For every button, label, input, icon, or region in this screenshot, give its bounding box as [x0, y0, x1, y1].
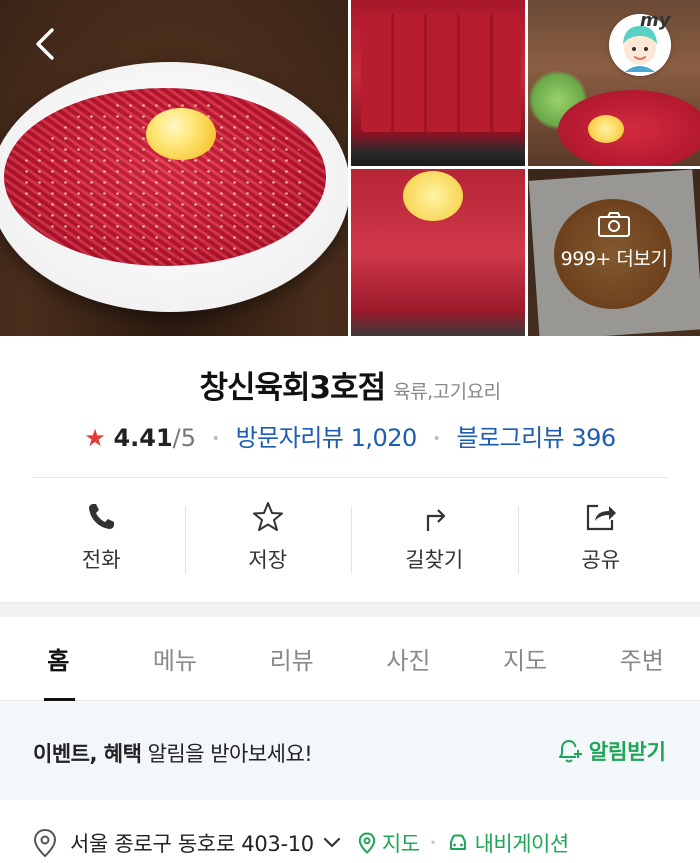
separator-dot: •	[432, 431, 441, 447]
address-row: 서울 종로구 동호로 403-10 지도 • 내비게이션	[32, 828, 692, 858]
directions-label: 길찾기	[405, 548, 464, 572]
meat-slices-image	[361, 14, 521, 132]
phone-icon	[89, 504, 115, 529]
map-link[interactable]: 지도	[358, 828, 420, 858]
more-photos-button[interactable]: 999+ 더보기	[528, 210, 700, 271]
star-outline-icon	[252, 502, 283, 531]
more-photos-label: 999+ 더보기	[560, 248, 668, 270]
egg-yolk-image	[403, 171, 463, 221]
egg-yolk-image	[588, 115, 624, 143]
egg-yolk-image	[146, 108, 216, 160]
photo-thumb-3[interactable]	[351, 169, 525, 336]
car-icon	[449, 834, 466, 850]
rating-max: /5	[172, 424, 197, 452]
map-link-label: 지도	[381, 832, 420, 856]
divider	[32, 477, 668, 478]
location-pin-icon	[358, 832, 376, 854]
yukhoe-image	[558, 90, 700, 166]
photo-gallery: 999+ 더보기 my	[0, 0, 700, 336]
tab-photo[interactable]: 사진	[350, 617, 467, 700]
tab-menu[interactable]: 메뉴	[117, 617, 234, 700]
location-pin-icon	[33, 828, 57, 858]
action-bar: 전화 저장 길찾기 공유	[18, 490, 684, 582]
back-icon[interactable]	[26, 24, 66, 64]
photo-thumb-2[interactable]	[528, 0, 700, 166]
notice-text: 이벤트, 혜택 알림을 받아보세요!	[33, 738, 313, 768]
directions-icon	[427, 509, 446, 531]
notification-banner: 이벤트, 혜택 알림을 받아보세요! 알림받기	[0, 702, 700, 800]
my-label: my	[640, 10, 671, 31]
call-button[interactable]: 전화	[18, 490, 185, 582]
address-text[interactable]: 서울 종로구 동호로 403-10	[70, 828, 314, 858]
photo-thumb-1[interactable]	[351, 0, 525, 166]
directions-button[interactable]: 길찾기	[351, 490, 518, 582]
tab-bar: 홈 메뉴 리뷰 사진 지도 주변	[0, 617, 700, 701]
call-label: 전화	[81, 548, 121, 572]
share-icon	[586, 504, 616, 531]
tab-map[interactable]: 지도	[467, 617, 584, 700]
tab-nearby[interactable]: 주변	[583, 617, 700, 700]
separator-dot: •	[211, 431, 220, 447]
place-category: 육류,고기요리	[393, 381, 501, 403]
tab-review[interactable]: 리뷰	[233, 617, 350, 700]
subscribe-alert-label: 알림받기	[588, 740, 666, 764]
share-button[interactable]: 공유	[517, 490, 685, 582]
notice-bold-text: 이벤트, 혜택	[33, 742, 142, 766]
subscribe-alert-button[interactable]: 알림받기	[557, 736, 666, 766]
notice-rest-text: 알림을 받아보세요!	[141, 742, 313, 766]
save-button[interactable]: 저장	[184, 490, 352, 582]
rating-value: 4.41	[113, 424, 173, 452]
place-title-row: 창신육회3호점 육류,고기요리	[0, 362, 700, 407]
star-filled-icon: ★	[84, 424, 106, 452]
tab-home[interactable]: 홈	[0, 617, 117, 701]
separator-dot: •	[429, 836, 437, 850]
navigation-link[interactable]: 내비게이션	[447, 828, 569, 858]
place-name: 창신육회3호점	[199, 370, 386, 406]
navigation-link-label: 내비게이션	[474, 832, 570, 856]
rating-row: ★ 4.41/5 • 방문자리뷰 1,020 • 블로그리뷰 396	[0, 418, 700, 453]
bell-plus-icon	[558, 740, 582, 763]
share-label: 공유	[581, 548, 621, 572]
chevron-down-icon[interactable]	[322, 836, 342, 850]
section-gap	[0, 602, 700, 617]
camera-icon	[598, 212, 630, 237]
visitor-review-link[interactable]: 방문자리뷰 1,020	[236, 424, 418, 452]
blog-review-link[interactable]: 블로그리뷰 396	[456, 424, 616, 452]
save-label: 저장	[248, 548, 288, 572]
